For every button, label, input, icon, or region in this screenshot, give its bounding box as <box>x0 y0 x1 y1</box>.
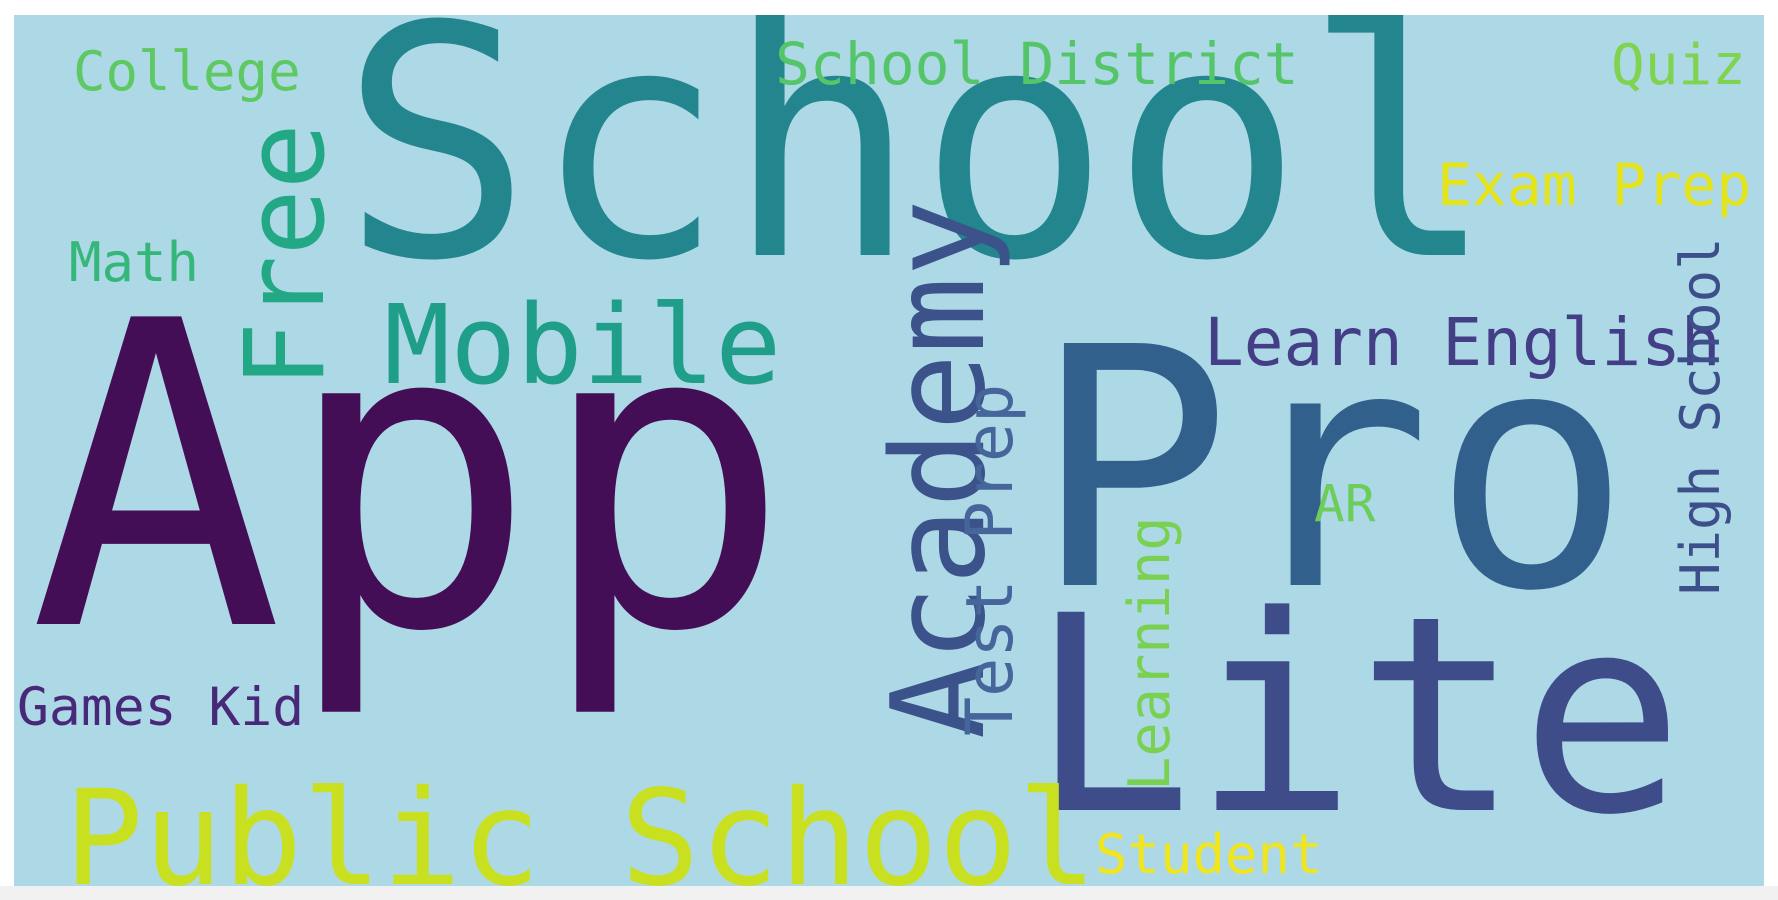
word-cloud: School App Pro Lite Public School Mobile Free A… <box>14 15 1764 886</box>
word-student: Student <box>1095 823 1323 886</box>
word-school-district: School District <box>775 30 1299 98</box>
word-games-kid: Games Kid <box>17 677 305 738</box>
word-college: College <box>73 40 301 103</box>
screenshot-frame: School App Pro Lite Public School Mobile Free A… <box>0 0 1778 900</box>
word-quiz: Quiz <box>1611 33 1746 98</box>
word-ar: AR <box>1314 475 1376 534</box>
word-exam-prep: Exam Prep <box>1437 151 1752 219</box>
word-mobile: Mobile <box>384 281 782 409</box>
word-math: Math <box>69 231 200 294</box>
word-high-school: High School <box>1669 237 1732 595</box>
word-free: Free <box>221 123 349 388</box>
word-learning: Learning <box>1117 516 1183 791</box>
bottom-strip <box>0 886 1778 900</box>
word-public-school: Public School <box>64 762 1098 886</box>
word-test-prep: Test Prep <box>953 383 1028 736</box>
word-learn-english: Learn English <box>1204 304 1721 381</box>
